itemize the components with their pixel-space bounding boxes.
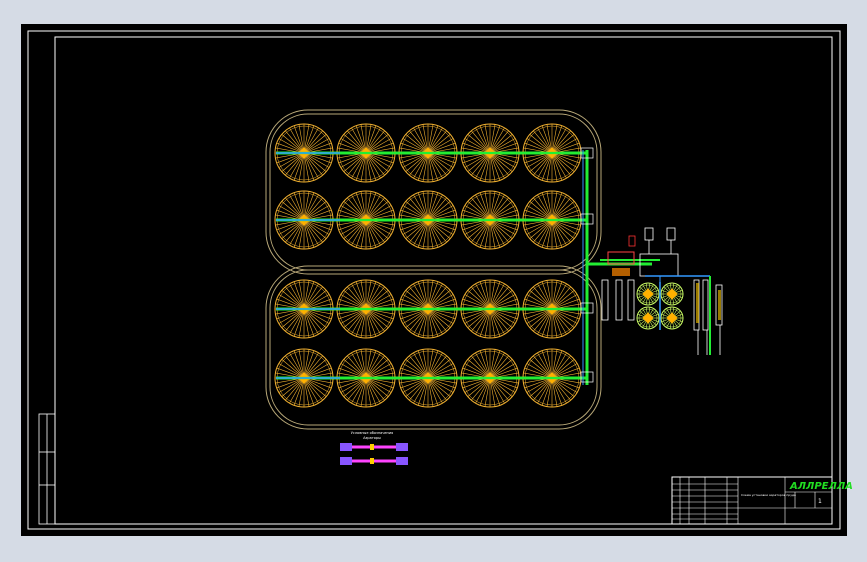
cad-drawing-canvas[interactable]: Условные обозначения Аэраторы АЛЛРЕЛЛА С… [0,0,867,562]
legend-pipe-symbol [340,457,408,465]
title-logo: АЛЛРЕЛЛА [789,481,853,492]
drawing-name: Схема установки аэраторов пруда [741,493,796,497]
legend-caption-1: Условные обозначения [351,431,393,435]
sheet-number: 1 [818,498,822,505]
legend-caption-2: Аэраторы [363,436,381,440]
drawing-sheet [21,24,847,536]
legend-aerator-symbol [340,443,408,451]
